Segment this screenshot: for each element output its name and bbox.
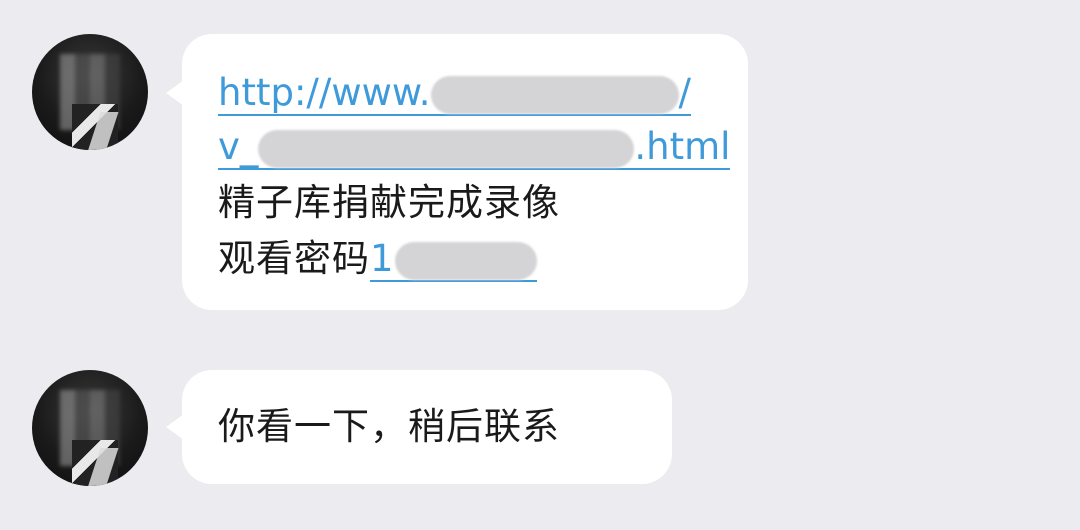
sender-avatar[interactable] xyxy=(32,370,148,486)
message-text: 你看一下，稍后联系 xyxy=(218,405,560,448)
link-line-2[interactable]: v_ .html xyxy=(218,124,731,170)
sender-avatar[interactable] xyxy=(32,34,148,150)
password-label: 观看密码 xyxy=(218,237,370,280)
redacted-link-domain[interactable] xyxy=(430,71,679,116)
link-text-part[interactable]: http://www. xyxy=(218,71,431,116)
link-text-part[interactable]: v_ xyxy=(218,125,259,170)
bubble-tail xyxy=(166,414,184,440)
message-text-line-1: 精子库捐献完成录像 xyxy=(218,181,560,224)
message-bubble-2[interactable]: 你看一下，稍后联系 xyxy=(166,370,672,484)
redacted-password xyxy=(394,241,537,280)
bubble-tail xyxy=(166,80,184,106)
password-link[interactable]: 1 xyxy=(370,237,537,282)
link-text-part[interactable]: / xyxy=(678,71,691,116)
password-digit: 1 xyxy=(370,237,395,280)
message-text-line-2: 观看密码1 xyxy=(218,236,537,282)
link-line-1[interactable]: http://www. / xyxy=(218,70,691,116)
redacted-link-path[interactable] xyxy=(258,125,635,170)
link-text-part[interactable]: .html xyxy=(634,125,731,170)
message-bubble-1[interactable]: http://www. / v_ .html 精子库捐献完成录像 观看密码1 xyxy=(166,34,748,310)
